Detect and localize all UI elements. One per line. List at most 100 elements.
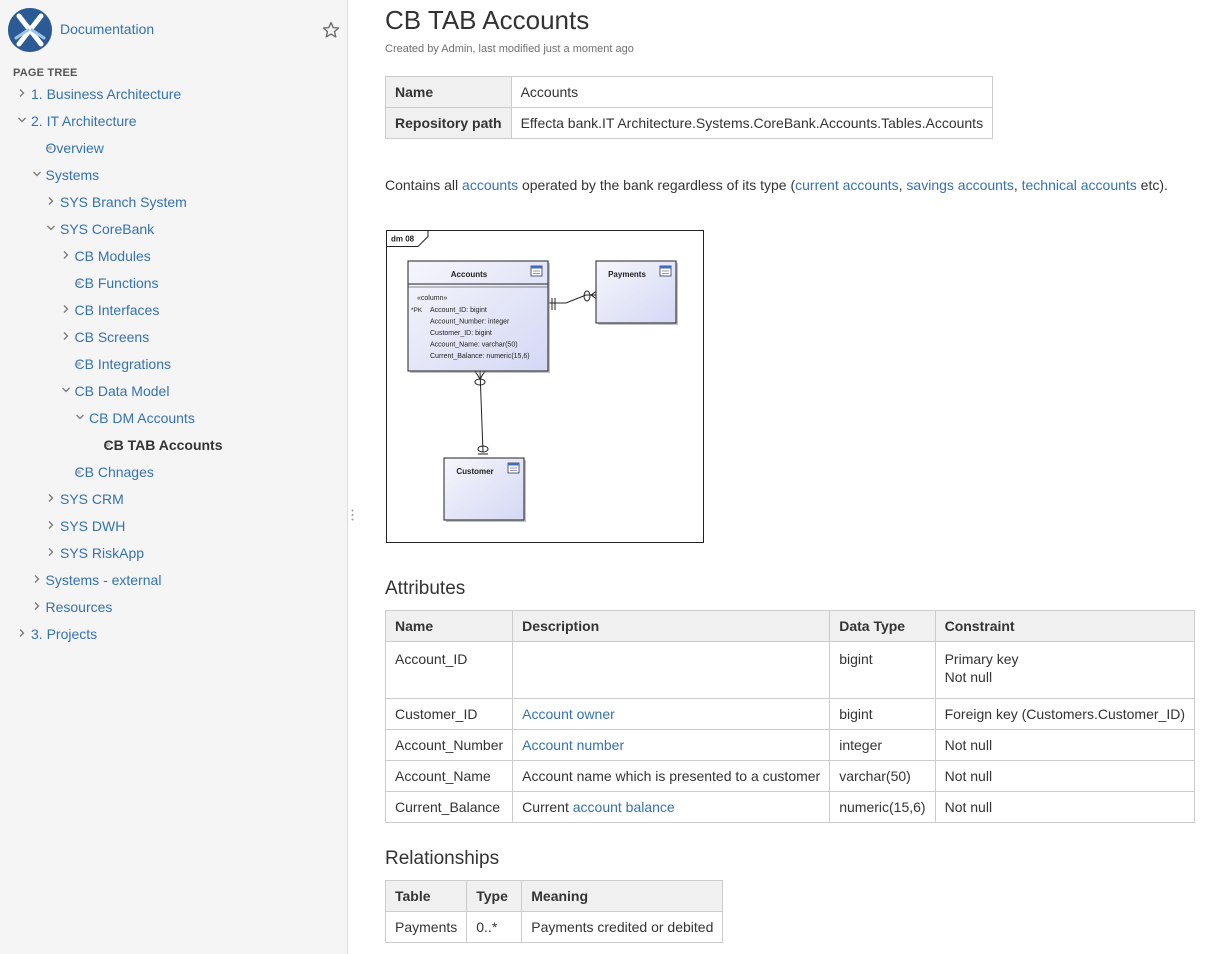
attribute-name: Current_Balance <box>384 791 514 823</box>
chevron-right-icon[interactable] <box>46 520 56 530</box>
tree-item-label[interactable]: CB Chnages <box>75 464 154 480</box>
tree-item-label[interactable]: CB Integrations <box>75 356 172 372</box>
tree-item[interactable]: SYS CoreBank <box>0 216 348 243</box>
tree-item-label[interactable]: Resources <box>46 599 113 615</box>
tree-item[interactable]: CB Data Model <box>0 378 348 405</box>
attribute-name: Account_Number <box>384 729 514 761</box>
tree-item-label[interactable]: CB Screens <box>75 329 150 345</box>
tree-item-label[interactable]: SYS DWH <box>60 518 125 534</box>
chevron-right-icon[interactable] <box>46 547 56 557</box>
attribute-constraint: Not null <box>934 791 1196 823</box>
constraint-line: Primary key <box>944 651 1019 667</box>
tree-item[interactable]: CB TAB Accounts <box>0 432 348 459</box>
sidebar-resize-handle-icon[interactable] <box>351 509 354 521</box>
tree-item-label[interactable]: SYS RiskApp <box>60 545 144 561</box>
tree-item-label[interactable]: SYS CoreBank <box>60 221 154 237</box>
chevron-right-icon[interactable] <box>46 493 56 503</box>
payments-entity-title: Payments <box>608 270 646 279</box>
tree-item[interactable]: Systems <box>0 162 348 189</box>
accounts-entity[interactable]: Accounts «column» *PK Account_ID: bigint… <box>407 260 550 373</box>
tree-item[interactable]: CB Integrations <box>0 351 348 378</box>
page-title: CB TAB Accounts <box>385 5 590 35</box>
tree-item[interactable]: Systems - external <box>0 567 348 594</box>
sidebar: Documentation PAGE TREE 1. Business Arch… <box>0 0 354 954</box>
tree-item[interactable]: CB Chnages <box>0 459 348 486</box>
tree-item[interactable]: CB Interfaces <box>0 297 348 324</box>
space-title-link[interactable]: Documentation <box>60 21 154 37</box>
chevron-down-icon[interactable] <box>32 169 42 179</box>
chevron-right-icon[interactable] <box>32 601 42 611</box>
er-diagram[interactable]: dm 08 Accounts «column» *PK Account_ID: … <box>386 230 704 543</box>
account-balance-link[interactable]: account balance <box>573 799 675 815</box>
chevron-right-icon[interactable] <box>46 196 56 206</box>
payments-entity[interactable]: Payments <box>595 260 678 325</box>
chevron-down-icon[interactable] <box>46 223 56 233</box>
chevron-right-icon[interactable] <box>17 88 27 98</box>
tree-item-label[interactable]: SYS CRM <box>60 491 124 507</box>
tree-item[interactable]: SYS CRM <box>0 486 348 513</box>
tree-item[interactable]: SYS Branch System <box>0 189 348 216</box>
constraint-line: Not null <box>944 669 993 685</box>
chevron-down-icon[interactable] <box>17 115 27 125</box>
attribute-description: Account number <box>512 729 831 761</box>
tree-item-label[interactable]: Systems - external <box>46 572 162 588</box>
tree-item-label[interactable]: Systems <box>46 167 100 183</box>
tree-item[interactable]: CB Screens <box>0 324 348 351</box>
table-row: Account_Number Account number integer No… <box>384 729 1196 761</box>
tree-item[interactable]: Overview <box>0 135 348 162</box>
tree-item[interactable]: 2. IT Architecture <box>0 108 348 135</box>
relationships-table: Table Type Meaning Payments 0..* Payment… <box>384 880 724 943</box>
customer-entity-title: Customer <box>456 467 493 476</box>
tree-item[interactable]: 3. Projects <box>0 621 348 648</box>
column-header: Meaning <box>521 880 724 912</box>
info-name-value: Accounts <box>510 76 994 108</box>
tree-item-label[interactable]: Overview <box>46 140 104 156</box>
attribute-type: numeric(15,6) <box>829 791 936 823</box>
tree-item-label[interactable]: SYS Branch System <box>60 194 187 210</box>
column-header: Type <box>466 880 523 912</box>
attribute-name: Account_Name <box>384 760 514 792</box>
tree-item-label[interactable]: CB TAB Accounts <box>104 437 223 453</box>
tree-item[interactable]: SYS DWH <box>0 513 348 540</box>
tree-item[interactable]: CB Functions <box>0 270 348 297</box>
chevron-down-icon[interactable] <box>61 385 71 395</box>
accounts-link[interactable]: accounts <box>462 177 518 193</box>
page-byline: Created by Admin, last modified just a m… <box>385 43 634 55</box>
tree-item-label[interactable]: CB Interfaces <box>75 302 160 318</box>
customer-entity[interactable]: Customer <box>443 457 526 522</box>
description-text: Current <box>522 799 573 815</box>
attribute-type: bigint <box>829 641 936 699</box>
tree-item[interactable]: SYS RiskApp <box>0 540 348 567</box>
chevron-right-icon[interactable] <box>61 304 71 314</box>
tree-item-label[interactable]: 2. IT Architecture <box>31 113 137 129</box>
account-owner-link[interactable]: Account owner <box>522 706 615 722</box>
current-accounts-link[interactable]: current accounts <box>795 177 899 193</box>
attribute-constraint: Primary key Not null <box>934 641 1196 699</box>
attribute-constraint: Not null <box>934 729 1196 761</box>
tree-item-label[interactable]: CB DM Accounts <box>89 410 195 426</box>
tree-item-label[interactable]: 1. Business Architecture <box>31 86 181 102</box>
savings-accounts-link[interactable]: savings accounts <box>906 177 1013 193</box>
technical-accounts-link[interactable]: technical accounts <box>1022 177 1137 193</box>
chevron-right-icon[interactable] <box>32 574 42 584</box>
tree-item-label[interactable]: CB Data Model <box>75 383 170 399</box>
attribute-type: varchar(50) <box>829 760 936 792</box>
attribute-name: Customer_ID <box>384 698 514 730</box>
tree-item[interactable]: 1. Business Architecture <box>0 81 348 108</box>
chevron-right-icon[interactable] <box>17 628 27 638</box>
relationships-heading: Relationships <box>385 848 500 869</box>
tree-item[interactable]: CB DM Accounts <box>0 405 348 432</box>
tree-item-label[interactable]: CB Functions <box>75 275 159 291</box>
account-number-link[interactable]: Account number <box>522 737 624 753</box>
space-logo[interactable] <box>8 8 52 52</box>
star-icon[interactable] <box>322 21 340 39</box>
chevron-right-icon[interactable] <box>61 331 71 341</box>
accounts-column: Current_Balance: numeric(15,6) <box>430 353 530 360</box>
chevron-down-icon[interactable] <box>75 412 85 422</box>
tree-item-label[interactable]: 3. Projects <box>31 626 97 642</box>
tree-item-label[interactable]: CB Modules <box>75 248 151 264</box>
chevron-right-icon[interactable] <box>61 250 71 260</box>
tree-item[interactable]: Resources <box>0 594 348 621</box>
page-tree: 1. Business Architecture 2. IT Architectu… <box>0 81 348 648</box>
tree-item[interactable]: CB Modules <box>0 243 348 270</box>
